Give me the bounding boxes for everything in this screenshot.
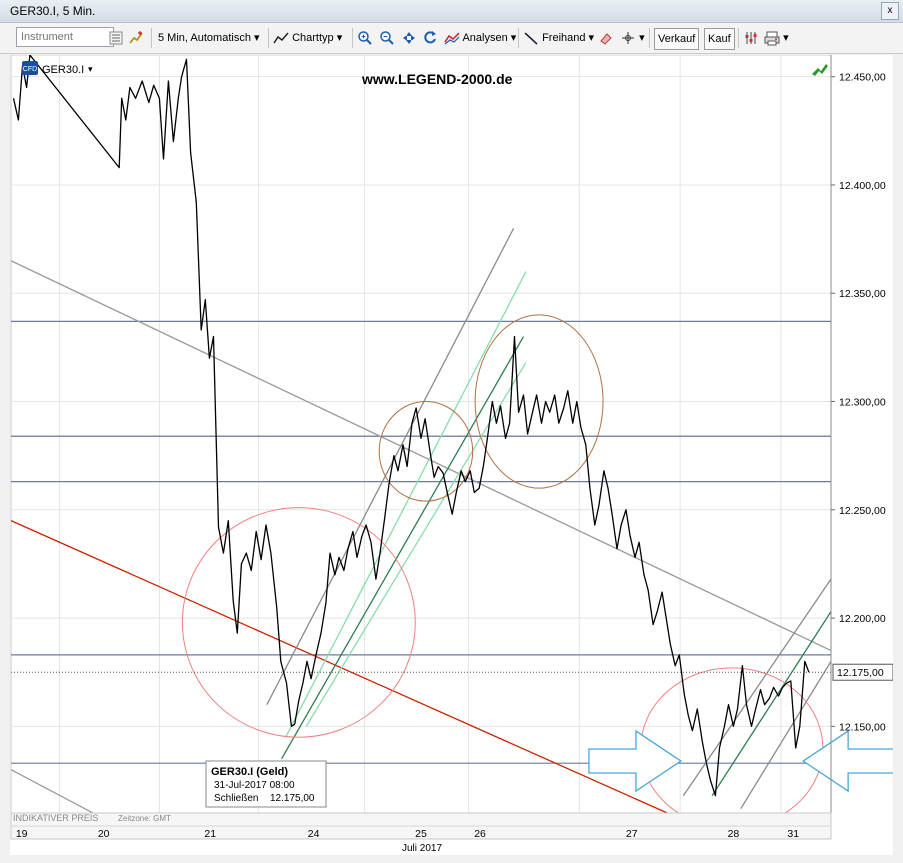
tooltip-title: GER30.I (Geld) [211,766,288,778]
freehand-dropdown[interactable]: Freihand ▾ [523,27,594,49]
cfd-icon-text: CFD [23,66,37,73]
chart-title: www.LEGEND-2000.de [361,71,513,87]
chevron-down-icon: ▾ [510,32,517,44]
charttype-label: Charttyp [292,32,334,44]
refresh-icon[interactable] [422,27,438,49]
window-titlebar: GER30.I, 5 Min. x [0,0,903,23]
x-tick-label: 31 [787,828,799,840]
charttype-dropdown[interactable]: Charttyp ▾ [273,27,342,49]
chevron-down-icon: ▾ [336,32,343,44]
trend-line [266,227,515,706]
crosshair-icon [622,32,634,45]
x-tick-label: 26 [474,828,486,840]
trend-lines [11,227,831,813]
interval-label: 5 Min, [158,32,188,44]
eraser-icon[interactable] [598,27,614,49]
price-series [12,55,810,797]
crosshair-dropdown[interactable]: ▾ [620,27,645,49]
chevron-down-icon: ▾ [783,32,789,44]
x-axis-month-label: Juli 2017 [402,843,442,854]
x-tick-label: 24 [308,828,320,840]
chevron-down-icon: ▾ [639,32,645,44]
trading-window: GER30.I, 5 Min. x 5 Min, Automatisch ▾ C… [0,0,903,863]
analysis-icon [444,32,460,45]
annotation-arrow [588,729,683,793]
zoom-in-icon[interactable] [357,27,373,49]
annotation-ellipse [378,401,474,502]
toolbar-separator [649,28,650,48]
y-tick-label: 12.150,00 [839,721,886,733]
compare-icon[interactable] [128,27,144,49]
window-title: GER30.I, 5 Min. [10,4,96,18]
x-tick-label: 25 [415,828,427,840]
interval-dropdown[interactable]: 5 Min, Automatisch ▾ [158,27,260,49]
chevron-down-icon: ▾ [88,64,93,74]
trendline-icon [524,32,538,45]
analysis-dropdown[interactable]: Analysen ▾ [444,27,516,49]
price-up-icon [812,64,828,76]
chevron-down-icon: ▾ [254,32,260,44]
chevron-down-icon: ▾ [588,32,595,44]
freehand-label: Freihand [542,32,586,44]
toolbar-separator [352,28,353,48]
y-tick-label: 12.300,00 [839,397,886,409]
x-tick-label: 27 [626,828,638,840]
tooltip-close-label: Schließen [214,793,258,804]
print-dropdown[interactable]: ▾ [764,27,789,49]
instrument-input[interactable] [16,27,114,47]
line-chart-icon [273,32,289,44]
price-tooltip: GER30.I (Geld) 31-Jul-2017 08:00 Schließ… [205,760,327,808]
annotation-arrows [588,729,893,793]
horizontal-lines [11,320,831,764]
indicative-price-note: INDIKATIVER PREIS [13,813,98,823]
close-button[interactable]: x [881,2,899,20]
instrument-list-icon[interactable] [108,27,124,49]
price-line [12,55,810,797]
y-tick-label: 12.250,00 [839,505,886,517]
x-tick-label: 20 [98,828,110,840]
x-tick-label: 19 [16,828,28,840]
y-tick-label: 12.400,00 [839,180,886,192]
toolbar-separator [268,28,269,48]
buy-button[interactable]: Kauf [704,28,735,50]
y-tick-label: 12.450,00 [839,72,886,84]
tooltip-date: 31-Jul-2017 08:00 [214,780,295,791]
price-chart[interactable]: 12.175,00 12.150,0012.200,0012.250,0012.… [10,55,893,855]
auto-label: Automatisch [190,32,251,44]
instrument-badge[interactable]: CFD GER30.I ▾ [22,61,93,76]
x-tick-label: 28 [728,828,740,840]
x-tick-label: 21 [204,828,216,840]
toolbar-separator [518,28,519,48]
annotation-arrow [801,729,893,793]
y-tick-label: 12.350,00 [839,288,886,300]
y-tick-label: 12.200,00 [839,613,886,625]
tooltip-close-value: 12.175,00 [270,793,315,804]
chart-area[interactable]: 12.175,00 12.150,00 12.200,00 12.250,00 12.… [10,55,893,855]
y-axis: 12.150,00 12.200,00 12.250,00 12.300,00 12.3… [830,55,886,813]
chart-toolbar: 5 Min, Automatisch ▾ Charttyp ▾ Analysen… [0,23,903,54]
annotation-ellipses [181,314,824,813]
chart-settings-icon[interactable] [743,27,759,49]
toolbar-separator [738,28,739,48]
analysis-label: Analysen [462,32,508,44]
plot-border [10,55,832,814]
current-price-label: 12.175,00 [837,667,884,679]
fit-chart-icon[interactable] [401,27,417,49]
zoom-out-icon[interactable] [379,27,395,49]
sell-button[interactable]: Verkauf [654,28,700,50]
toolbar-separator [151,28,152,48]
timezone-note: Zeitzone: GMT [118,814,171,823]
trend-line [11,260,831,652]
print-icon [764,31,780,46]
grid [10,55,832,814]
instrument-label: GER30.I [42,64,84,76]
